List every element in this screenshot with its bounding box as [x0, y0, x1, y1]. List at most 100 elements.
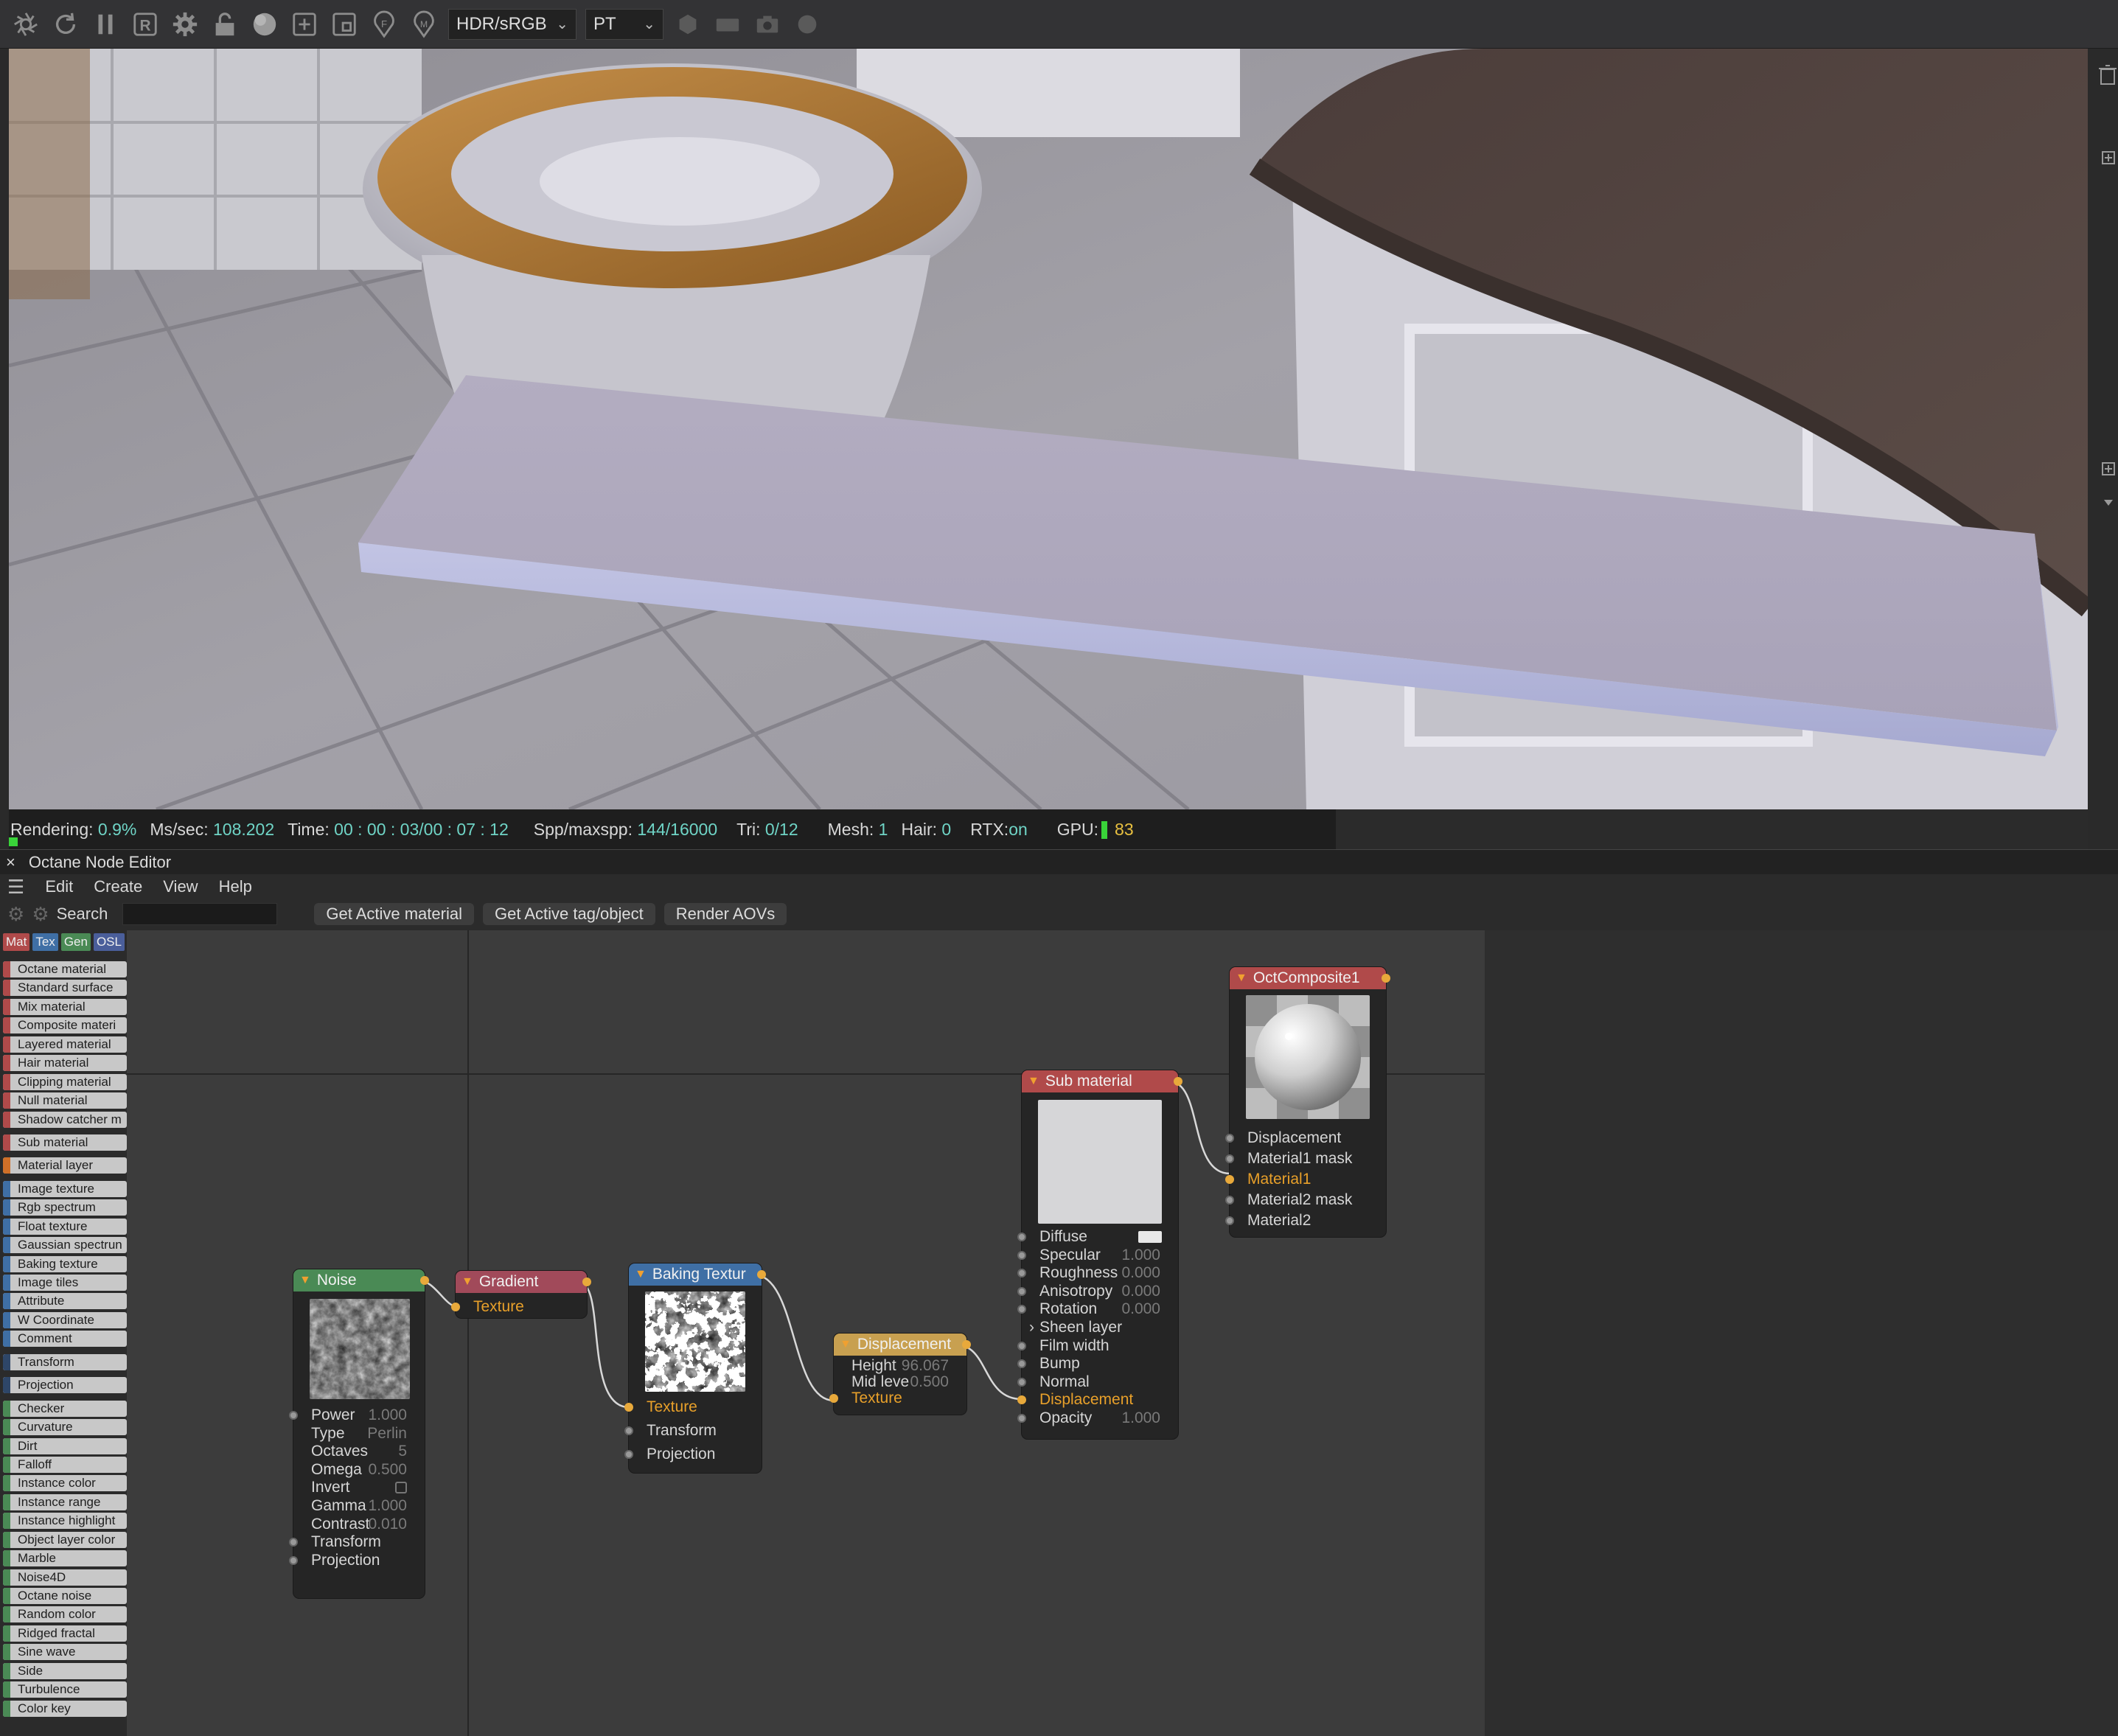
sub-material-input-pin[interactable]: [1017, 1305, 1026, 1314]
sub-material-param-row[interactable]: Opacity 1.000: [1017, 1409, 1178, 1427]
search-input[interactable]: [122, 903, 278, 925]
sub-material-input-pin[interactable]: [1017, 1377, 1026, 1387]
get-active-material-button[interactable]: Get Active material: [314, 903, 474, 925]
noise-input-pin[interactable]: [289, 1555, 298, 1565]
palette-item[interactable]: Checker: [3, 1400, 127, 1417]
sub-material-input-pin[interactable]: [1017, 1250, 1026, 1260]
sub-material-input-pin[interactable]: [1017, 1233, 1026, 1241]
composite-input-row[interactable]: Material2: [1225, 1212, 1386, 1230]
sub-material-param-row[interactable]: Roughness 0.000: [1017, 1264, 1178, 1282]
collapse-triangle-icon[interactable]: ▼: [1028, 1075, 1039, 1088]
noise-param-row[interactable]: Projection: [289, 1552, 425, 1569]
expand-arrow-icon[interactable]: ›: [1029, 1319, 1034, 1336]
pause-icon[interactable]: [90, 9, 121, 40]
palette-item[interactable]: Object layer color: [3, 1531, 127, 1548]
sub-material-param-row[interactable]: Bump: [1017, 1355, 1178, 1373]
render-viewport[interactable]: [9, 49, 2088, 809]
collapse-triangle-icon[interactable]: ▼: [840, 1338, 851, 1351]
expand-icon[interactable]: [2102, 151, 2115, 164]
composite-node-header[interactable]: ▼ OctComposite1: [1230, 967, 1386, 989]
menu-edit[interactable]: Edit: [45, 877, 73, 896]
node-tool-icon[interactable]: ⚙: [32, 903, 49, 926]
palette-item[interactable]: Comment: [3, 1331, 127, 1348]
sub-material-param-row[interactable]: Film width: [1017, 1337, 1178, 1355]
palette-item[interactable]: Mix material: [3, 998, 127, 1015]
category-tab-gen[interactable]: Gen: [60, 933, 91, 951]
displacement-node[interactable]: ▼ Displacement Height 96.067 Mid leve 0.5…: [829, 1334, 971, 1415]
category-tab-osl[interactable]: OSL: [93, 933, 125, 951]
sub-material-param-row[interactable]: Anisotropy 0.000: [1017, 1283, 1178, 1300]
composite-input-pin[interactable]: [1225, 1216, 1234, 1225]
rectangle-icon[interactable]: [712, 9, 743, 40]
palette-item[interactable]: Layered material: [3, 1036, 127, 1053]
noise-node-header[interactable]: ▼ Noise: [293, 1269, 425, 1291]
aperture-icon[interactable]: [10, 9, 41, 40]
collapse-triangle-icon[interactable]: ▼: [461, 1275, 473, 1289]
sub-material-param-row[interactable]: Specular 1.000: [1017, 1247, 1178, 1264]
noise-param-row[interactable]: Contrast 0.010: [293, 1516, 425, 1533]
palette-item[interactable]: Null material: [3, 1092, 127, 1109]
palette-item[interactable]: Image texture: [3, 1180, 127, 1197]
hexagon-icon[interactable]: [672, 9, 703, 40]
palette-item[interactable]: W Coordinate: [3, 1311, 127, 1328]
sub-material-input-pin[interactable]: [1017, 1359, 1026, 1369]
lock-icon[interactable]: [209, 9, 240, 40]
invert-checkbox[interactable]: [395, 1482, 407, 1494]
kernel-select[interactable]: PT ⌄: [585, 8, 663, 40]
sub-material-output-pin[interactable]: [1174, 1077, 1182, 1086]
composite-input-row[interactable]: Displacement: [1225, 1129, 1386, 1147]
palette-item[interactable]: Instance highlight: [3, 1513, 127, 1530]
palette-item[interactable]: Falloff: [3, 1456, 127, 1473]
render-region-icon[interactable]: R: [130, 9, 161, 40]
material-picker-icon[interactable]: M: [408, 9, 439, 40]
composite-input-row[interactable]: Material1 mask: [1225, 1150, 1386, 1168]
sub-material-input-pin[interactable]: [1017, 1286, 1026, 1296]
get-active-tag-object-button[interactable]: Get Active tag/object: [482, 903, 655, 925]
film-region-icon[interactable]: [329, 9, 360, 40]
noise-node[interactable]: ▼ Noise Power 1.000 Type Perlin Octaves 5 Omega…: [289, 1269, 429, 1598]
sub-material-input-pin[interactable]: [1017, 1341, 1026, 1350]
menu-help[interactable]: Help: [219, 877, 252, 896]
palette-item[interactable]: Standard surface: [3, 980, 127, 997]
palette-item[interactable]: Marble: [3, 1550, 127, 1567]
add-region-icon[interactable]: [289, 9, 320, 40]
baking-projection-input[interactable]: Projection: [624, 1446, 762, 1463]
palette-item[interactable]: Attribute: [3, 1293, 127, 1310]
palette-item[interactable]: Transform: [3, 1353, 127, 1370]
sub-material-node-header[interactable]: ▼ Sub material: [1022, 1070, 1178, 1092]
palette-item[interactable]: Instance range: [3, 1493, 127, 1510]
composite-output-pin[interactable]: [1382, 974, 1390, 983]
palette-item[interactable]: Image tiles: [3, 1275, 127, 1291]
sub-material-input-pin[interactable]: [1017, 1269, 1026, 1278]
noise-param-row[interactable]: Invert: [293, 1479, 425, 1496]
noise-output-pin[interactable]: [420, 1276, 429, 1285]
palette-item[interactable]: Gaussian spectrun: [3, 1237, 127, 1254]
menu-create[interactable]: Create: [94, 877, 142, 896]
gradient-node[interactable]: ▼ Gradient Texture: [451, 1271, 591, 1318]
trash-icon[interactable]: [2099, 65, 2117, 85]
baking-transform-pin[interactable]: [624, 1426, 633, 1435]
sub-material-param-row[interactable]: Displacement: [1017, 1391, 1178, 1409]
noise-param-row[interactable]: Gamma 1.000: [293, 1497, 425, 1515]
category-tab-mat[interactable]: Mat: [3, 933, 30, 951]
hamburger-menu-icon[interactable]: ☰: [7, 876, 24, 899]
palette-item[interactable]: Material layer: [3, 1157, 127, 1174]
palette-item[interactable]: Random color: [3, 1606, 127, 1623]
palette-item[interactable]: Float texture: [3, 1218, 127, 1235]
palette-item[interactable]: Clipping material: [3, 1073, 127, 1090]
baking-transform-input[interactable]: Transform: [624, 1422, 762, 1440]
palette-item[interactable]: Color key: [3, 1700, 127, 1717]
camera-icon[interactable]: [752, 9, 783, 40]
palette-item[interactable]: Hair material: [3, 1055, 127, 1072]
render-aovs-button[interactable]: Render AOVs: [663, 903, 787, 925]
palette-item[interactable]: Curvature: [3, 1419, 127, 1436]
palette-item[interactable]: Octane material: [3, 961, 127, 977]
noise-param-row[interactable]: Type Perlin: [293, 1425, 425, 1443]
palette-item[interactable]: Sub material: [3, 1134, 127, 1151]
baking-texture-node[interactable]: ▼ Baking Textur Texture Transform Project…: [624, 1263, 766, 1473]
baking-texture-input-pin[interactable]: [624, 1403, 633, 1412]
noise-param-row[interactable]: Power 1.000: [289, 1406, 425, 1424]
composite-input-pin[interactable]: [1225, 1175, 1234, 1184]
sub-material-param-row[interactable]: Diffuse: [1017, 1228, 1178, 1246]
sub-material-param-row[interactable]: › Sheen layer: [1022, 1319, 1178, 1336]
